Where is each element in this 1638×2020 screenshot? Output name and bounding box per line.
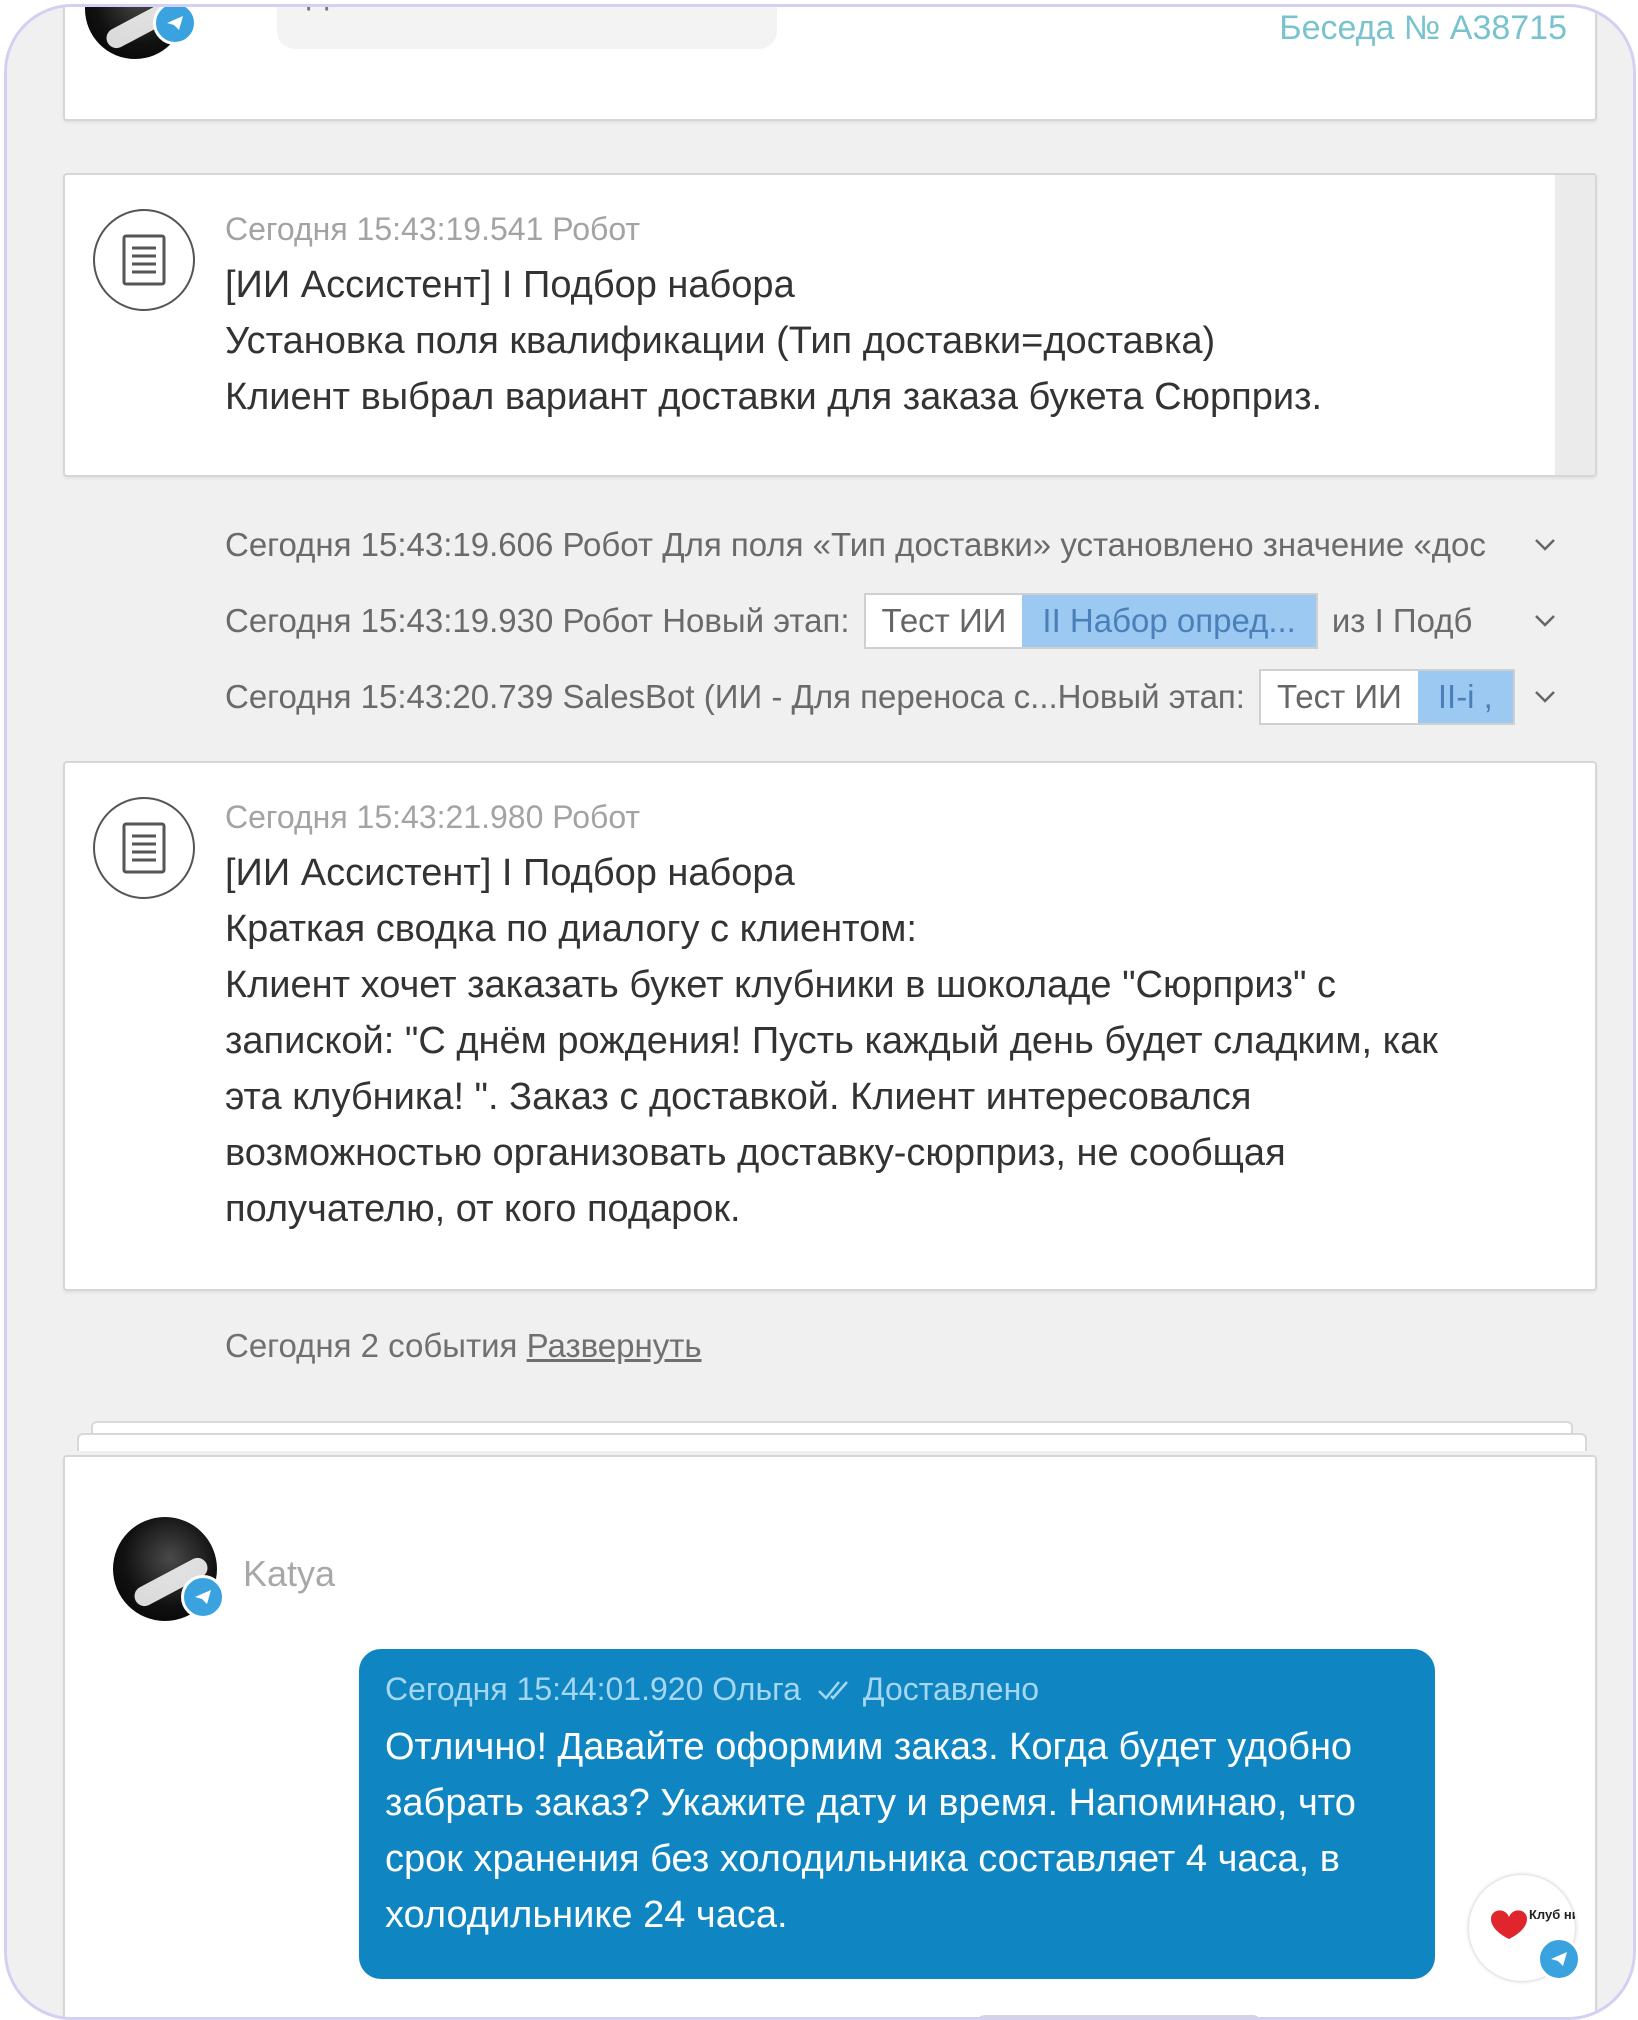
chevron-down-icon[interactable] <box>1531 607 1559 635</box>
stage-name: II Набор опред... <box>1022 595 1316 647</box>
robot-note-card-2: Сегодня 15:43:21.980 Робот [ИИ Ассистент… <box>63 761 1597 1291</box>
input-stub <box>977 2015 1261 2017</box>
expand-link[interactable]: Развернуть <box>527 1327 702 1364</box>
note-line: Клиент хочет заказать букет клубники в ш… <box>225 964 1337 1006</box>
chat-card: Katya Сегодня 15:44:01.920 Ольга Доставл… <box>63 1455 1597 2017</box>
conversation-number-link[interactable]: Беседа № А38715 <box>1279 9 1567 48</box>
client-avatar <box>85 7 197 59</box>
message-text: Да <box>307 7 346 12</box>
chevron-down-icon[interactable] <box>1531 683 1559 711</box>
delivery-status: Доставлено <box>862 1671 1040 1707</box>
event-row[interactable]: Сегодня 15:43:19.606 Робот Для поля «Тип… <box>225 519 1486 571</box>
scrollbar[interactable] <box>1555 175 1595 475</box>
note-line: эта клубника! ". Заказ с доставкой. Клие… <box>225 1076 1252 1118</box>
note-meta: Сегодня 15:43:19.541 Робот <box>225 211 641 247</box>
pipeline-name: Тест ИИ <box>881 602 1007 639</box>
message-line: Отлично! Давайте оформим заказ. Когда бу… <box>385 1726 1353 1768</box>
message-line: холодильнике 24 часа. <box>385 1894 788 1936</box>
telegram-icon <box>153 7 197 45</box>
note-line: Клиент выбрал вариант доставки для заказ… <box>225 376 1323 418</box>
telegram-icon <box>1537 1937 1581 1981</box>
message-time-author: Сегодня 15:44:01.920 Ольга <box>385 1671 801 1707</box>
stage-name: II-i , <box>1417 671 1513 723</box>
event-row[interactable]: Сегодня 15:43:19.930 Робот Новый этап: Т… <box>225 593 1473 649</box>
outgoing-message-bubble: Сегодня 15:44:01.920 Ольга Доставлено От… <box>359 1649 1435 1979</box>
app-frame: Да Беседа № А38715 Сегодня 15:43:19.541 … <box>4 4 1636 2020</box>
top-message-card: Да Беседа № А38715 <box>63 7 1597 121</box>
note-line: Краткая сводка по диалогу с клиентом: <box>225 908 917 950</box>
user-avatar[interactable] <box>113 1517 225 1621</box>
robot-note-card-1: Сегодня 15:43:19.541 Робот [ИИ Ассистент… <box>63 173 1597 477</box>
message-meta: Сегодня 15:44:01.920 Ольга Доставлено <box>385 1671 1039 1708</box>
note-line: запиской: "С днём рождения! Пусть каждый… <box>225 1020 1438 1062</box>
event-text: Сегодня 15:43:19.606 Робот Для поля «Тип… <box>225 526 1486 563</box>
telegram-icon <box>181 1575 225 1619</box>
user-name: Katya <box>243 1553 336 1594</box>
stage-chip: Тест ИИ II-i , <box>1258 669 1515 725</box>
stage-chip: Тест ИИ II Набор опред... <box>863 593 1318 649</box>
message-line: срок хранения без холодильника составляе… <box>385 1838 1340 1880</box>
document-icon <box>93 797 195 899</box>
event-text: Сегодня 15:43:20.739 SalesBot (ИИ - Для … <box>225 678 1245 715</box>
note-line: [ИИ Ассистент] I Подбор набора <box>225 264 795 306</box>
note-meta: Сегодня 15:43:21.980 Робот <box>225 799 641 835</box>
chevron-down-icon[interactable] <box>1531 531 1559 559</box>
svg-text:Клуб ни: Клуб ни <box>1529 1907 1575 1922</box>
event-row[interactable]: Сегодня 15:43:20.739 SalesBot (ИИ - Для … <box>225 669 1529 725</box>
stacked-card-edge <box>77 1433 1587 1451</box>
message-line: забрать заказ? Укажите дату и время. Нап… <box>385 1782 1356 1824</box>
pipeline-name: Тест ИИ <box>1276 678 1402 715</box>
note-line: возможностью организовать доставку-сюрпр… <box>225 1132 1286 1174</box>
collapsed-events-row: Сегодня 2 события Развернуть <box>225 1327 702 1365</box>
event-text: Сегодня 15:43:19.930 Робот Новый этап: <box>225 602 850 639</box>
events-count: Сегодня 2 события <box>225 1327 518 1364</box>
document-icon <box>93 209 195 311</box>
brand-avatar[interactable]: Клуб ни <box>1469 1875 1581 1981</box>
incoming-message-bubble: Да <box>277 7 777 49</box>
note-line: [ИИ Ассистент] I Подбор набора <box>225 852 795 894</box>
event-suffix: из I Подб <box>1331 602 1473 639</box>
note-line: Установка поля квалификации (Тип доставк… <box>225 320 1216 362</box>
double-check-icon <box>818 1680 848 1700</box>
note-line: получателю, от кого подарок. <box>225 1188 741 1230</box>
